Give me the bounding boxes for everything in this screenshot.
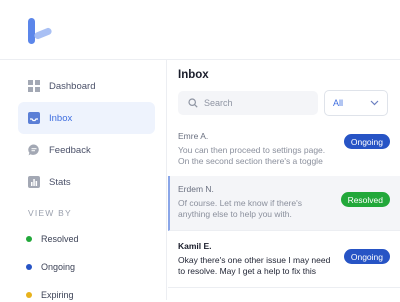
sidebar-item-label: Stats xyxy=(49,176,71,188)
inbox-icon xyxy=(28,112,40,124)
app-logo[interactable] xyxy=(26,18,54,46)
status-badge: Resolved xyxy=(340,192,390,207)
page-title: Inbox xyxy=(178,69,209,81)
status-filter-select[interactable]: All xyxy=(324,90,388,116)
status-badge: Ongoing xyxy=(343,249,390,264)
message-item[interactable]: Kamil E. Okay there's one other issue I … xyxy=(168,233,400,288)
sidebar-item-label: Dashboard xyxy=(49,80,96,92)
view-by-heading: VIEW BY xyxy=(28,208,72,218)
filter-label: Ongoing xyxy=(41,262,76,272)
chevron-down-icon xyxy=(370,100,379,106)
status-badge: Ongoing xyxy=(343,134,390,149)
search-icon xyxy=(188,98,198,108)
filter-ongoing[interactable]: Ongoing xyxy=(26,260,75,274)
inbox-panel: Inbox Search All Emre A. You can then pr… xyxy=(168,60,400,300)
sidebar-item-feedback[interactable]: Feedback xyxy=(18,134,155,166)
select-value: All xyxy=(333,98,344,108)
sidebar-item-dashboard[interactable]: Dashboard xyxy=(18,70,155,102)
status-dot xyxy=(26,236,32,242)
search-placeholder: Search xyxy=(204,98,233,108)
sidebar-item-stats[interactable]: Stats xyxy=(18,166,155,198)
message-preview: You can then proceed to settings page. O… xyxy=(178,145,326,166)
status-dot xyxy=(26,264,32,270)
message-preview: Of course. Let me know if there's anythi… xyxy=(178,198,302,219)
sidebar-item-inbox[interactable]: Inbox xyxy=(18,102,155,134)
grid-icon xyxy=(28,80,40,92)
message-preview: Okay there's one other issue I may need … xyxy=(178,255,331,276)
filter-label: Resolved xyxy=(41,234,79,244)
bar-chart-icon xyxy=(28,176,40,188)
status-dot xyxy=(26,292,32,298)
message-item[interactable]: Erdem N. Of course. Let me know if there… xyxy=(168,176,400,231)
filter-resolved[interactable]: Resolved xyxy=(26,232,79,246)
search-input[interactable]: Search xyxy=(178,91,318,115)
sidebar-item-label: Inbox xyxy=(49,112,73,124)
top-bar xyxy=(0,0,400,60)
filter-label: Expiring xyxy=(41,290,74,300)
sidebar-item-label: Feedback xyxy=(49,144,91,156)
chat-bubble-icon xyxy=(28,144,40,156)
message-item[interactable]: Emre A. You can then proceed to settings… xyxy=(168,123,400,178)
sidebar: Dashboard Inbox Feedback Stats VIEW BY R… xyxy=(0,60,167,300)
